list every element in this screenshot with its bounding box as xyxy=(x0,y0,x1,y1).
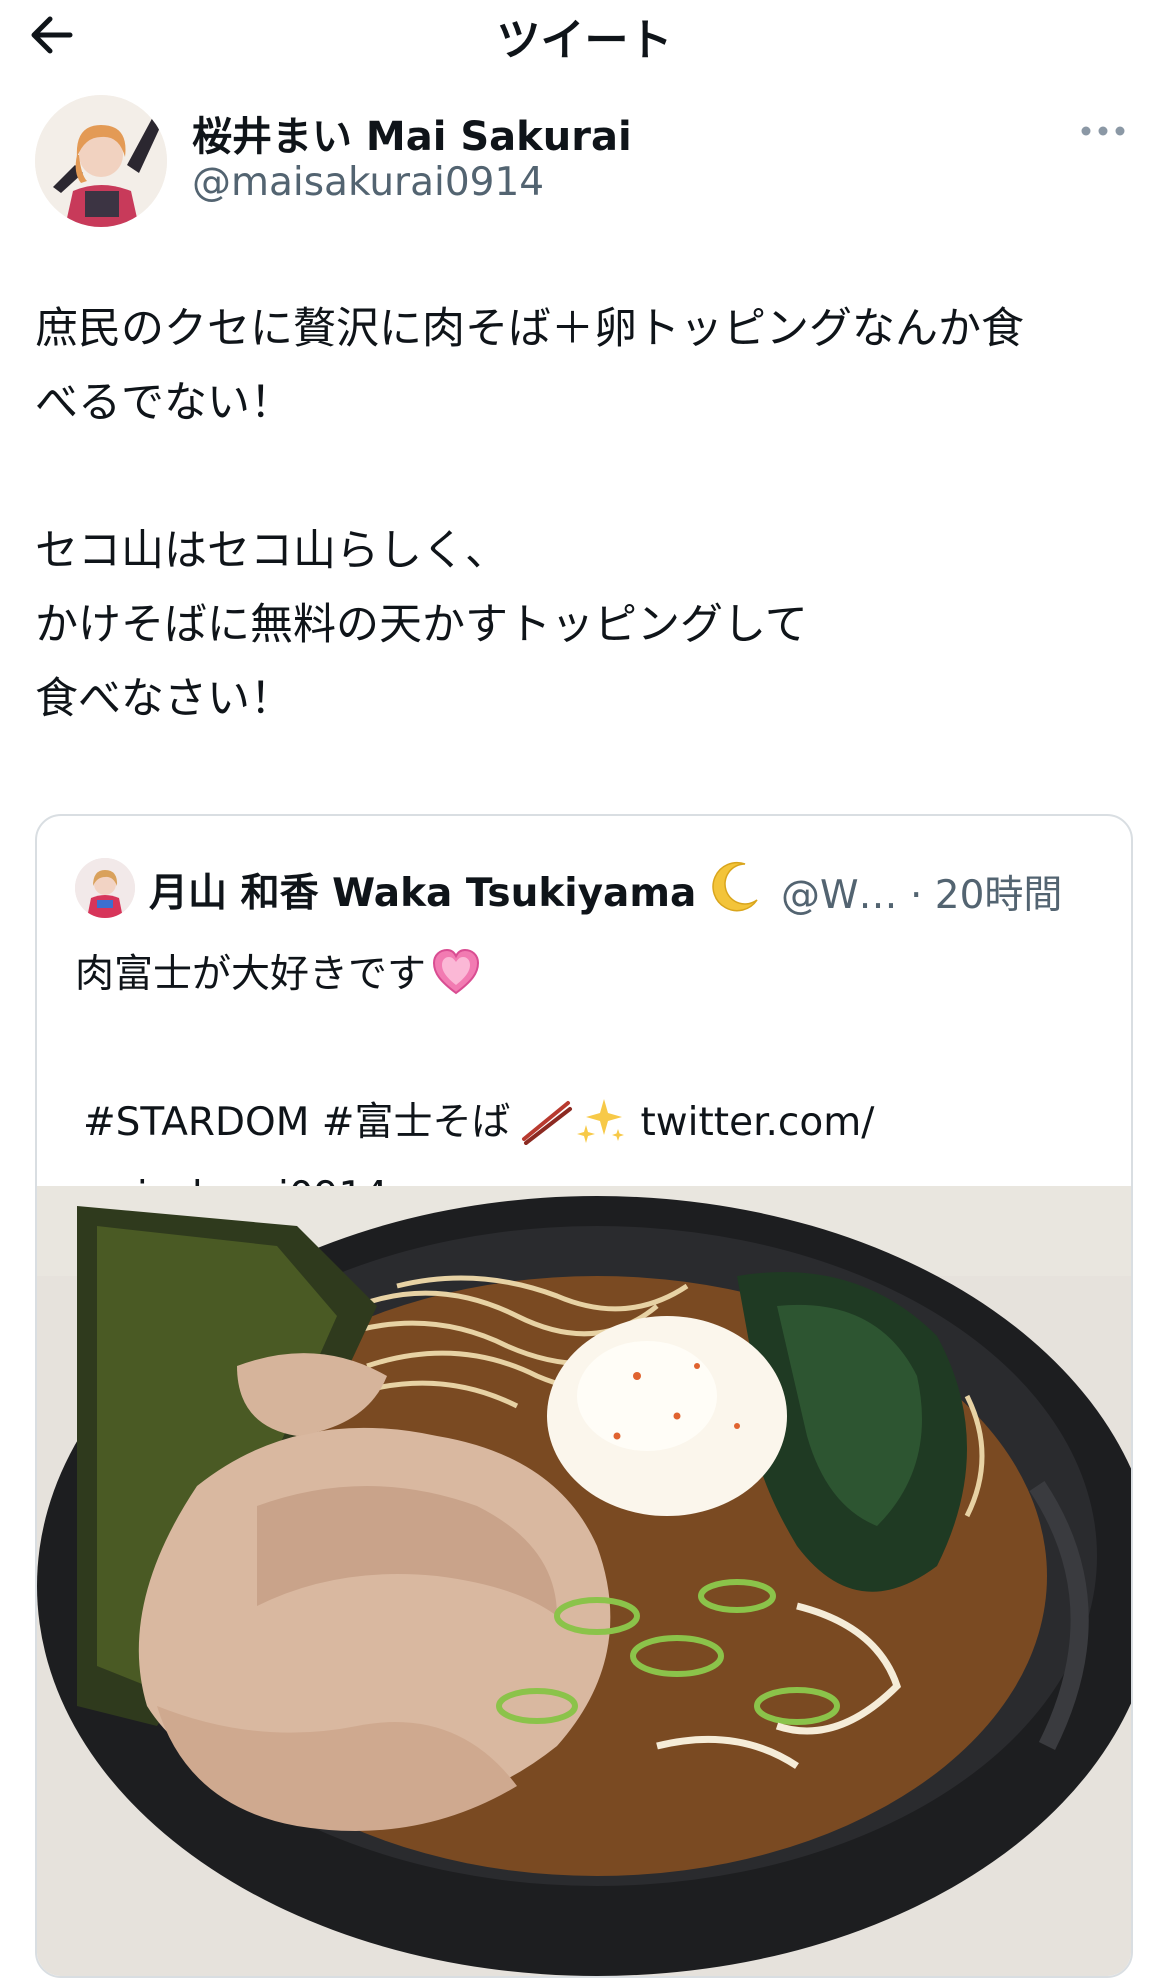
quoted-line-1: 肉富士が大好きです xyxy=(75,938,1095,1012)
quoted-link[interactable]: twitter.com/ xyxy=(640,1100,874,1145)
quoted-photo-soba-bowl[interactable] xyxy=(37,1186,1131,1976)
quoted-line-2: #STARDOM #富士そば twitter.com/ xyxy=(75,1086,1095,1160)
tweet-line: 庶民のクセに贅沢に肉そば＋卵トッピングなんか食 xyxy=(35,304,1024,354)
page-title: ツイート xyxy=(496,15,673,66)
pink-heart-emoji xyxy=(430,947,482,997)
crescent-moon-emoji xyxy=(705,856,765,916)
quoted-time[interactable]: 20時間 xyxy=(935,873,1063,918)
quoted-meta: @W… · 20時間 xyxy=(781,864,1062,920)
sparkles-emoji xyxy=(574,1095,626,1145)
quoted-avatar xyxy=(75,858,135,918)
meta-separator: · xyxy=(909,873,923,918)
tweet-text: 庶民のクセに贅沢に肉そば＋卵トッピングなんか食 べるでない！ セコ山はセコ山らし… xyxy=(35,292,1145,736)
quoted-tweet-card[interactable]: 月山 和香 Waka Tsukiyama @W… · 20時間 肉富士が大好きで… xyxy=(35,814,1133,1978)
chopsticks-emoji xyxy=(518,1095,574,1145)
top-bar: ツイート xyxy=(0,0,1169,70)
author-avatar[interactable] xyxy=(35,95,167,227)
quoted-handle[interactable]: @W… xyxy=(781,873,898,918)
tweet-line: 食べなさい！ xyxy=(35,674,293,724)
quoted-author-name[interactable]: 月山 和香 Waka Tsukiyama xyxy=(149,862,696,918)
quoted-line-1-text: 肉富士が大好きです xyxy=(75,952,427,997)
more-options-icon[interactable] xyxy=(1078,116,1128,146)
author-handle[interactable]: @maisakurai0914 xyxy=(192,160,544,205)
author-name[interactable]: 桜井まい Mai Sakurai xyxy=(192,104,632,162)
tweet-line: セコ山はセコ山らしく、 xyxy=(35,526,508,576)
hashtags[interactable]: #STARDOM #富士そば xyxy=(83,1100,510,1145)
quoted-line-blank xyxy=(75,1012,1095,1086)
tweet-line: べるでない！ xyxy=(35,378,293,428)
tweet-line: かけそばに無料の天かすトッピングして xyxy=(35,600,808,650)
